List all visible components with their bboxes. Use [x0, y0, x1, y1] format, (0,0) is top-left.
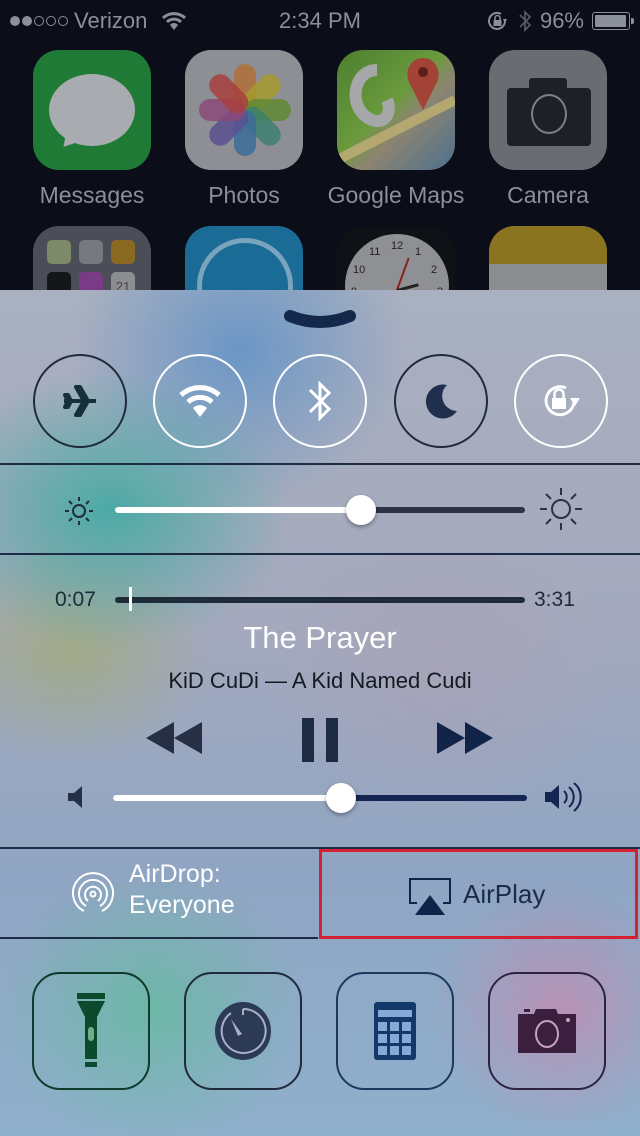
playback-position-handle[interactable]: [128, 587, 132, 611]
airdrop-button[interactable]: AirDrop: Everyone: [0, 849, 318, 939]
calculator-icon: [374, 1002, 416, 1060]
rotation-lock-icon: [544, 385, 580, 417]
google-maps-icon: [337, 50, 455, 170]
wifi-toggle[interactable]: [153, 354, 247, 448]
divider: [0, 937, 318, 939]
share-row: AirDrop: Everyone AirPlay: [0, 849, 640, 939]
battery-icon: [592, 12, 634, 30]
airplay-button[interactable]: AirPlay: [319, 849, 638, 939]
divider: [0, 463, 640, 465]
wifi-icon: [179, 385, 221, 417]
volume-slider-thumb[interactable]: [325, 783, 356, 813]
orientation-lock-icon: [487, 11, 507, 30]
song-title: The Prayer: [243, 620, 397, 655]
sun-small-icon: [65, 497, 93, 525]
camera-icon: [489, 50, 607, 170]
flashlight-icon: [77, 993, 105, 1067]
airdrop-icon: [72, 872, 114, 912]
speaker-high-icon: [545, 782, 582, 812]
app-camera[interactable]: Camera: [488, 50, 608, 209]
moon-icon: [425, 384, 457, 419]
volume-slider[interactable]: [113, 783, 527, 813]
status-bar: Verizon 2:34 PM 96%: [0, 0, 640, 40]
messages-icon: [33, 50, 151, 170]
brightness-slider-thumb[interactable]: [346, 495, 376, 525]
brightness-slider[interactable]: [115, 495, 525, 525]
airplay-label: AirPlay: [463, 879, 546, 909]
airplane-mode-toggle[interactable]: [33, 354, 127, 448]
app-google-maps[interactable]: Google Maps: [328, 50, 464, 209]
timer-button[interactable]: [184, 972, 302, 1090]
home-screen: Messages Photos Google Maps Camera 21 12…: [0, 40, 640, 346]
control-center: 0:07 3:31 The Prayer KiD CuDi — A Kid Na…: [0, 290, 640, 1136]
flashlight-button[interactable]: [32, 972, 150, 1090]
airplay-icon: [409, 878, 451, 915]
toggle-row: [0, 354, 640, 450]
battery-percent: 96%: [539, 8, 584, 33]
camera-button[interactable]: [488, 972, 606, 1090]
rewind-icon[interactable]: [146, 718, 204, 758]
quick-tools-row: [0, 972, 640, 1092]
calculator-button[interactable]: [336, 972, 454, 1090]
airdrop-setting: Everyone: [129, 891, 235, 919]
fast-forward-icon[interactable]: [437, 718, 495, 758]
airplane-icon: [63, 385, 96, 417]
artist-album: KiD CuDi — A Kid Named Cudi: [168, 668, 472, 693]
app-photos[interactable]: Photos: [184, 50, 304, 209]
elapsed-time: 0:07: [55, 588, 96, 611]
timer-icon: [215, 1002, 271, 1060]
camera-icon: [518, 1009, 576, 1053]
do-not-disturb-toggle[interactable]: [394, 354, 488, 448]
bluetooth-icon: [308, 380, 332, 422]
chevron-down-icon[interactable]: [284, 310, 356, 336]
airdrop-label: AirDrop:: [129, 860, 221, 888]
sun-large-icon: [540, 488, 582, 530]
bluetooth-toggle[interactable]: [273, 354, 367, 448]
photos-icon: [185, 50, 303, 170]
playback-scrubber[interactable]: [115, 587, 525, 611]
pause-icon[interactable]: [302, 718, 338, 762]
speaker-low-icon: [68, 786, 82, 808]
duration-time: 3:31: [534, 588, 575, 611]
rotation-lock-toggle[interactable]: [514, 354, 608, 448]
divider: [0, 553, 640, 555]
bluetooth-icon: [519, 9, 532, 33]
app-messages[interactable]: Messages: [32, 50, 152, 209]
